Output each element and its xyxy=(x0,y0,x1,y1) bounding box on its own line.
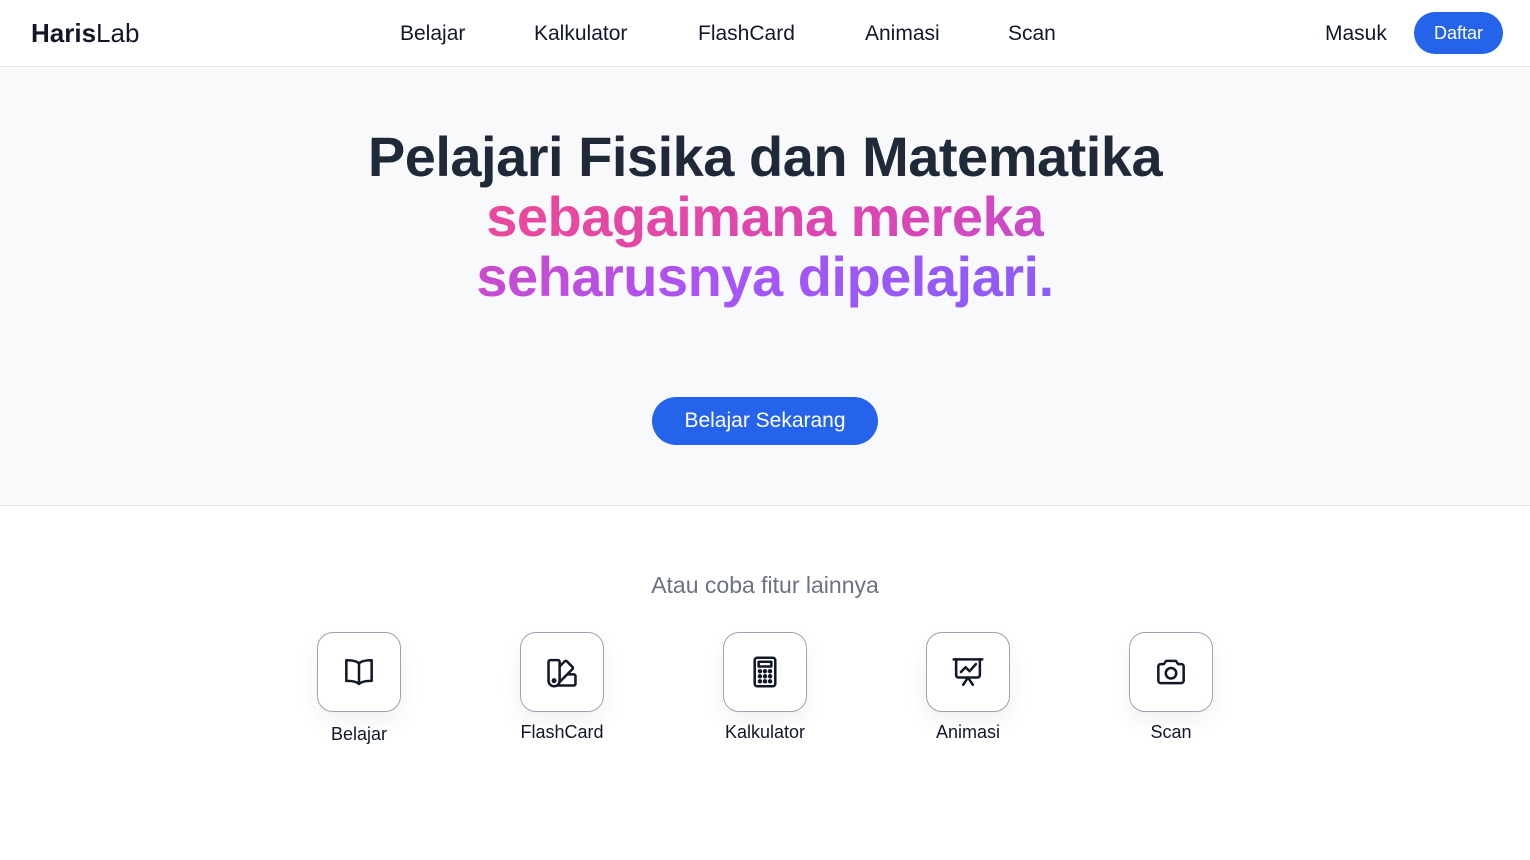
presentation-chart-icon xyxy=(952,658,984,686)
feature-card-flashcard[interactable]: FlashCard xyxy=(502,632,622,743)
feature-card-animasi[interactable]: Animasi xyxy=(908,632,1028,743)
nav-link-animasi[interactable]: Animasi xyxy=(865,20,940,48)
feature-icon-box[interactable] xyxy=(317,632,401,712)
feature-label: Belajar xyxy=(330,724,388,744)
feature-label: Scan xyxy=(1150,722,1192,742)
calculator-icon xyxy=(753,656,777,688)
nav-link-flashcard[interactable]: FlashCard xyxy=(698,20,795,48)
features-subtitle: Atau coba fitur lainnya xyxy=(651,572,879,598)
swatch-icon xyxy=(547,658,577,688)
book-open-icon xyxy=(345,659,373,686)
hero-section: Pelajari Fisika dan Matematika sebagaima… xyxy=(0,67,1530,506)
top-navbar: HarisLab Belajar Kalkulator FlashCard An… xyxy=(0,0,1530,67)
nav-link-kalkulator[interactable]: Kalkulator xyxy=(534,20,627,48)
feature-label: FlashCard xyxy=(520,722,604,742)
feature-icon-box[interactable] xyxy=(1129,632,1213,712)
login-link[interactable]: Masuk xyxy=(1325,20,1387,48)
hero-title-plain: Pelajari Fisika dan Matematika xyxy=(367,125,1163,188)
feature-icon-box[interactable] xyxy=(926,632,1010,712)
hero-title-gradient: sebagaimana mereka seharusnya dipelajari… xyxy=(476,185,1054,308)
nav-link-belajar[interactable]: Belajar xyxy=(400,20,465,48)
main-nav: Belajar Kalkulator FlashCard Animasi Sca… xyxy=(0,20,1530,48)
feature-label: Kalkulator xyxy=(724,722,806,742)
hero-title: Pelajari Fisika dan Matematika sebagaima… xyxy=(365,127,1165,307)
start-learning-button[interactable]: Belajar Sekarang xyxy=(652,397,878,445)
feature-icon-box[interactable] xyxy=(723,632,807,712)
feature-card-scan[interactable]: Scan xyxy=(1111,632,1231,743)
feature-label: Animasi xyxy=(935,722,1001,742)
feature-icon-box[interactable] xyxy=(520,632,604,712)
feature-card-belajar[interactable]: Belajar xyxy=(299,632,419,745)
nav-link-scan[interactable]: Scan xyxy=(1008,20,1056,48)
register-button[interactable]: Daftar xyxy=(1414,12,1503,54)
feature-card-kalkulator[interactable]: Kalkulator xyxy=(705,632,825,743)
camera-icon xyxy=(1157,659,1185,685)
